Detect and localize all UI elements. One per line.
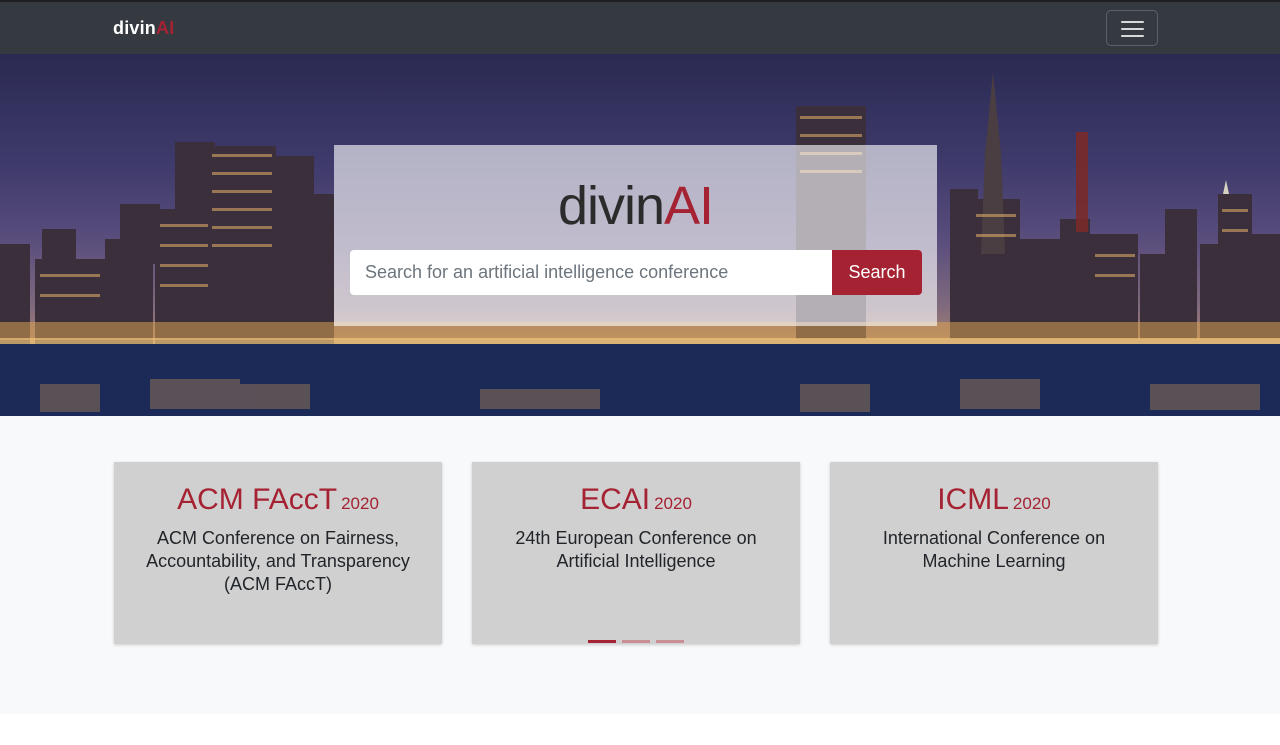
brand-suffix: AI xyxy=(156,18,175,38)
brand-prefix: divin xyxy=(113,18,157,38)
card-title: ACM FAccT 2020 xyxy=(114,482,442,523)
hero-logo-suffix: AI xyxy=(664,176,714,236)
card-acronym: ICML xyxy=(937,483,1009,516)
navbar-toggler-button[interactable] xyxy=(1106,10,1158,46)
navbar: divinAI xyxy=(0,0,1280,54)
card-year: 2020 xyxy=(1012,494,1051,513)
hamburger-menu-icon xyxy=(1121,21,1144,23)
carousel-indicator[interactable] xyxy=(588,640,616,643)
carousel-indicator[interactable] xyxy=(656,640,684,643)
card-year: 2020 xyxy=(341,494,379,513)
card-title: ICML 2020 xyxy=(830,482,1158,523)
hero-logo-prefix: divin xyxy=(557,176,665,236)
hero-banner: divinAI Search xyxy=(0,54,1280,416)
card-description: International Conference on Machine Lear… xyxy=(882,528,1106,571)
card-description: 24th European Conference on Artificial I… xyxy=(515,528,757,571)
conference-card[interactable]: ICML 2020 International Conference on Mac… xyxy=(830,462,1158,644)
conference-card[interactable]: ECAI 2020 24th European Conference on Art… xyxy=(472,462,800,644)
card-year: 2020 xyxy=(654,494,692,513)
search-input[interactable] xyxy=(350,250,832,295)
search-panel: divinAI Search xyxy=(334,145,937,326)
carousel-indicator[interactable] xyxy=(622,640,650,643)
conference-cards-section: ACM FAccT 2020 ACM Conference on Fairness… xyxy=(0,416,1280,714)
brand-logo[interactable]: divinAI xyxy=(113,17,174,39)
conference-card[interactable]: ACM FAccT 2020 ACM Conference on Fairness… xyxy=(114,462,442,644)
card-acronym: ECAI xyxy=(580,483,651,516)
hero-logo: divinAI xyxy=(334,175,937,237)
card-title: ECAI 2020 xyxy=(472,482,800,523)
card-acronym: ACM FAccT xyxy=(177,483,338,516)
search-button[interactable]: Search xyxy=(832,250,922,295)
card-description: ACM Conference on Fairness, Accountabili… xyxy=(146,528,410,594)
